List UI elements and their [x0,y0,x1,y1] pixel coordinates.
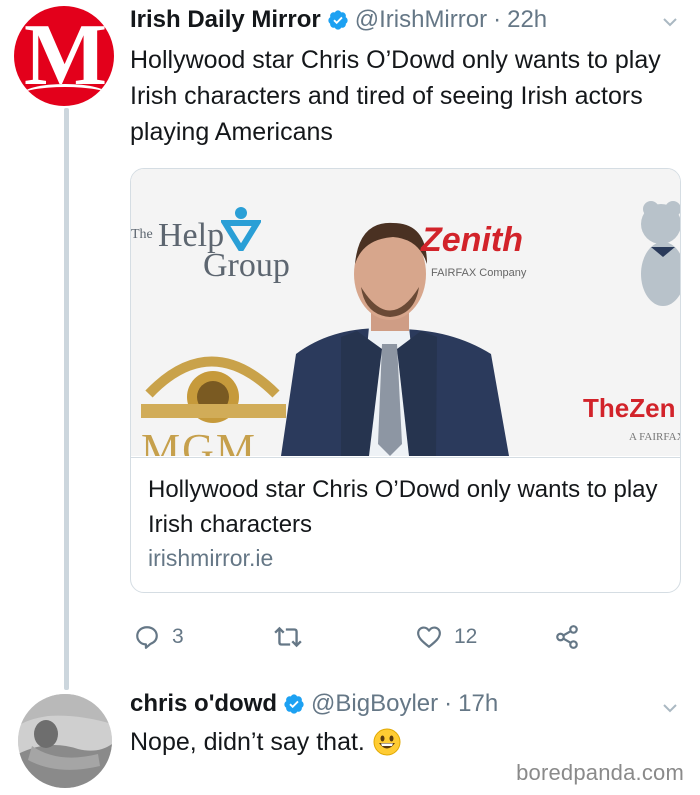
reply-icon [136,626,158,649]
card-title: Hollywood star Chris O’Dowd only wants t… [148,476,658,538]
help-group-group-text: Group [203,247,290,284]
reply-timestamp[interactable]: 17h [458,690,498,718]
header-separator: · [493,6,502,33]
reply-text-row: Nope, didn’t say that. [130,724,401,760]
mgm-logo-text: MGM [141,425,258,456]
the-zenith-logo-text: TheZen [583,393,676,423]
reply-button[interactable]: 3 [134,624,184,650]
teddy-bear-mascot [641,201,680,306]
author-handle[interactable]: @IrishMirror [355,6,487,34]
card-body[interactable]: Hollywood star Chris O’Dowd only wants t… [131,457,680,592]
boredpanda-watermark: boredpanda.com [516,760,684,785]
verified-badge-icon [284,694,304,714]
retweet-button[interactable] [273,624,315,650]
like-count: 12 [454,625,478,648]
grinning-face-emoji-icon [373,728,401,756]
tweet-text: Hollywood star Chris O’Dowd only wants t… [130,46,661,146]
verified-badge-icon [328,10,348,30]
avatar-logo-swoosh [22,84,108,105]
a-fairfax-text: A FAIRFAX [629,431,680,443]
card-image[interactable]: The Help Group Zenith FAIRFAX Company MG… [131,169,680,456]
reply-header: chris o'dowd @BigBoyler · 17h [130,690,498,718]
tweet-timestamp[interactable]: 22h [507,6,547,34]
reply-author-name[interactable]: chris o'dowd [130,690,277,718]
help-group-logo-icon [221,207,261,251]
tweet-header: Irish Daily Mirror @IrishMirror · 22h [130,6,547,34]
chevron-down-icon[interactable] [662,14,678,30]
avatar-photo [18,694,112,788]
thread-connector-line [64,108,69,690]
irish-mirror-avatar[interactable]: M [14,6,114,106]
reply-author-handle[interactable]: @BigBoyler [311,690,438,718]
retweet-icon [274,626,302,648]
fairfax-company-text: FAIRFAX Company [431,267,527,279]
help-group-the-text: The [131,227,153,242]
reply-text: Nope, didn’t say that. [130,728,365,756]
tweet-action-bar: 3 12 [130,624,690,656]
zenith-logo-text: Zenith [421,221,523,259]
reply-header-separator: · [444,690,453,717]
like-button[interactable]: 12 [416,624,477,650]
chevron-down-icon[interactable] [662,700,678,716]
reply-count: 3 [172,625,184,648]
share-button[interactable] [554,624,580,650]
share-icon [556,625,578,649]
card-domain: irishmirror.ie [148,545,274,571]
link-preview-card[interactable]: The Help Group Zenith FAIRFAX Company MG… [130,168,681,593]
heart-icon [417,626,441,648]
author-name[interactable]: Irish Daily Mirror [130,6,321,34]
chris-odowd-avatar[interactable] [18,694,112,788]
